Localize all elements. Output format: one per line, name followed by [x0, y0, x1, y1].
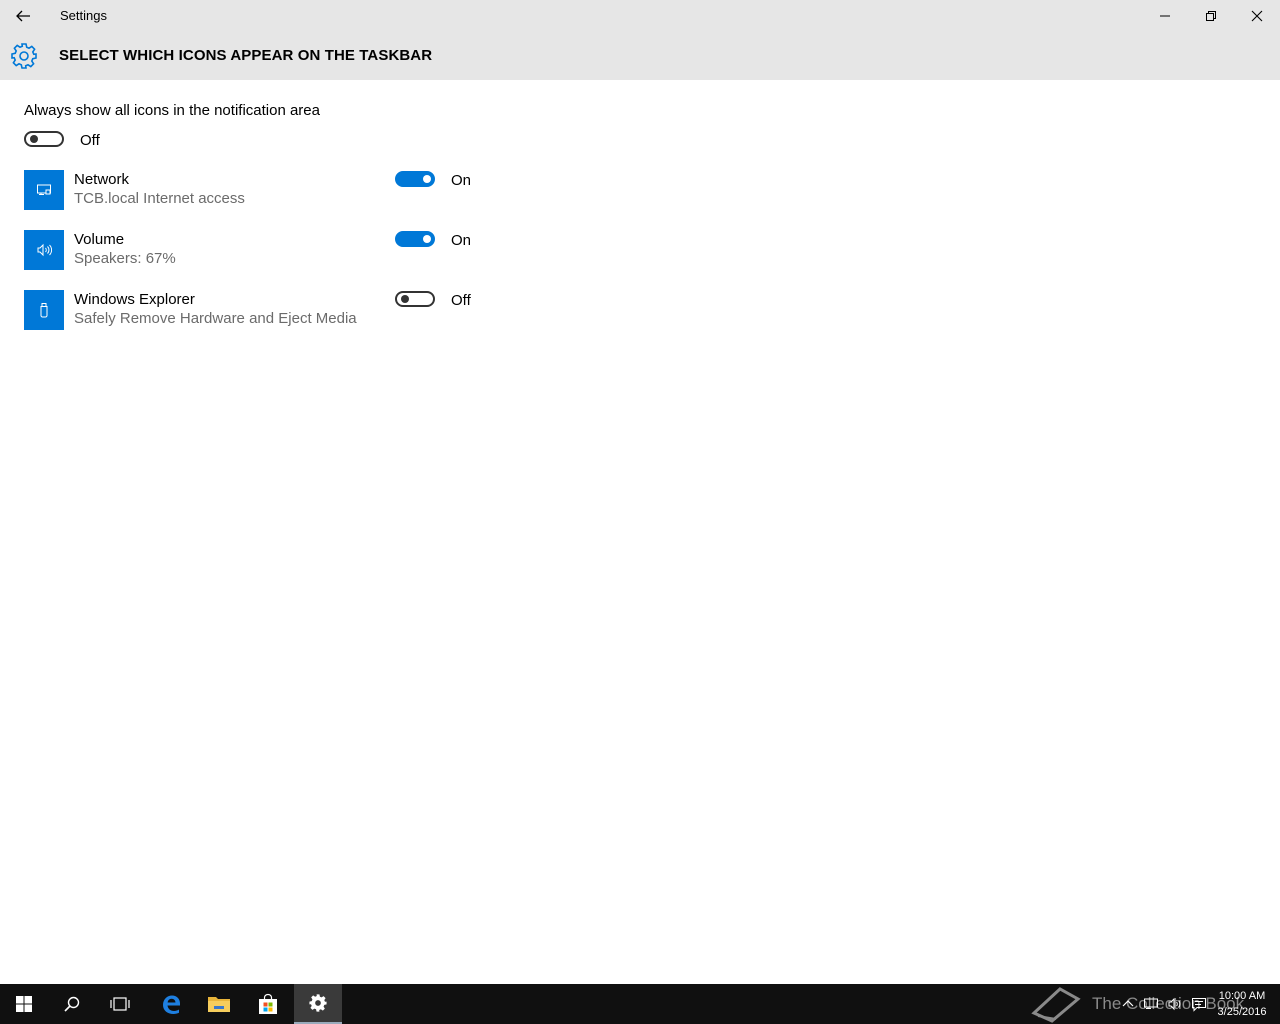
window-title: Settings: [60, 8, 107, 23]
search-button[interactable]: [48, 984, 96, 1024]
title-bar: Settings: [0, 0, 1280, 32]
clock[interactable]: 10:00 AM 3/25/2016: [1214, 988, 1270, 1020]
gear-icon: [11, 43, 37, 69]
network-subtitle: TCB.local Internet access: [74, 190, 245, 207]
folder-icon: [208, 997, 230, 1012]
page-title: SELECT WHICH ICONS APPEAR ON THE TASKBAR: [59, 47, 433, 64]
edge-browser-icon: [163, 995, 180, 1014]
volume-state: On: [451, 232, 472, 249]
back-arrow-icon: [16, 10, 30, 22]
network-icon: [24, 170, 64, 210]
clock-time: 10:00 AM: [1218, 990, 1266, 1002]
volume-toggle[interactable]: [395, 231, 435, 247]
windows-explorer-name: Windows Explorer: [74, 291, 195, 308]
restore-button[interactable]: [1188, 0, 1234, 32]
edge-button[interactable]: [147, 984, 195, 1024]
always-show-state: Off: [80, 132, 100, 149]
action-center-icon: [1192, 998, 1206, 1012]
chevron-up-icon: [1122, 1000, 1134, 1007]
toggle-knob: [401, 295, 409, 303]
volume-tray-button[interactable]: [1165, 994, 1185, 1014]
toggle-knob: [30, 135, 38, 143]
task-view-icon: [110, 997, 130, 1011]
network-state: On: [451, 172, 472, 189]
search-icon: [64, 996, 80, 1012]
store-bag-icon: [259, 993, 277, 1014]
gear-icon: [309, 994, 327, 1012]
store-button[interactable]: [244, 984, 292, 1024]
taskbar: The Collection Book 10:00 AM 3/25/2016: [0, 984, 1280, 1024]
show-hidden-icons-button[interactable]: [1118, 994, 1138, 1014]
toggle-knob: [423, 175, 431, 183]
settings-taskbar-button[interactable]: [294, 984, 342, 1024]
network-tray-button[interactable]: [1141, 994, 1161, 1014]
volume-subtitle: Speakers: 67%: [74, 250, 176, 267]
clock-date: 3/25/2016: [1217, 1006, 1267, 1018]
windows-logo-icon: [16, 996, 32, 1012]
always-show-toggle[interactable]: [24, 131, 64, 147]
volume-icon: [24, 230, 64, 270]
usb-drive-icon: [24, 290, 64, 330]
start-button[interactable]: [0, 984, 48, 1024]
back-button[interactable]: [0, 0, 46, 32]
file-explorer-button[interactable]: [195, 984, 243, 1024]
minimize-button[interactable]: [1142, 0, 1188, 32]
book-watermark-icon: [1031, 987, 1081, 1023]
toggle-knob: [423, 235, 431, 243]
page-header: SELECT WHICH ICONS APPEAR ON THE TASKBAR: [0, 32, 1280, 80]
minimize-icon: [1160, 15, 1170, 17]
volume-name: Volume: [74, 231, 125, 248]
restore-icon: [1206, 11, 1216, 21]
action-center-button[interactable]: [1189, 994, 1209, 1014]
network-toggle[interactable]: [395, 171, 435, 187]
volume-icon: [1168, 997, 1181, 1011]
close-button[interactable]: [1234, 0, 1280, 32]
network-name: Network: [74, 171, 130, 188]
windows-explorer-toggle[interactable]: [395, 291, 435, 307]
windows-explorer-state: Off: [451, 292, 471, 309]
task-view-button[interactable]: [96, 984, 144, 1024]
close-icon: [1251, 10, 1263, 22]
windows-explorer-subtitle: Safely Remove Hardware and Eject Media: [74, 310, 357, 327]
network-icon: [1144, 998, 1158, 1009]
always-show-label: Always show all icons in the notificatio…: [24, 102, 320, 119]
